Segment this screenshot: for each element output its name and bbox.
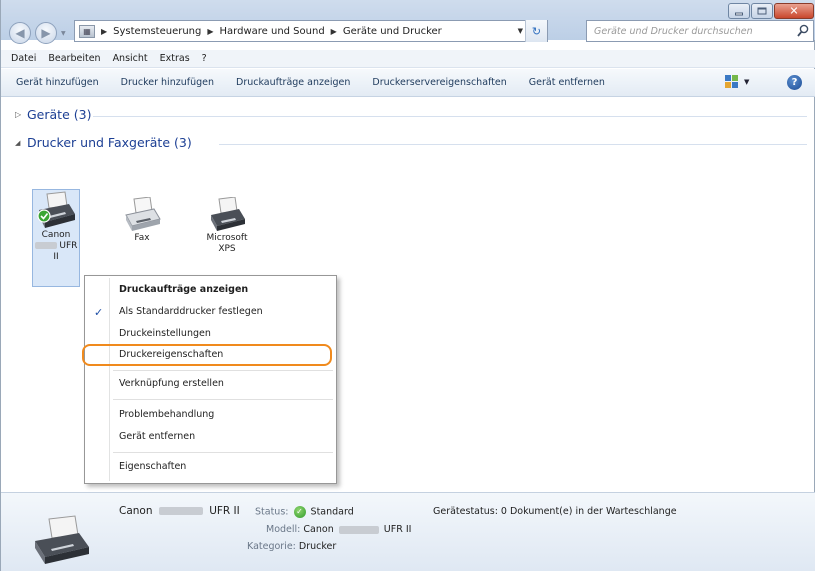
printer-canon[interactable]: Canon UFR II [32, 189, 80, 287]
menu-item-create-shortcut[interactable]: Verknüpfung erstellen [119, 378, 224, 389]
menu-view[interactable]: Ansicht [107, 53, 154, 64]
maximize-icon [757, 7, 767, 15]
model-row: Modell: Canon UFR II [266, 524, 411, 535]
printer-name-line3: II [53, 252, 59, 262]
forward-arrow-icon: ▶ [41, 26, 51, 40]
printer-large-icon [35, 515, 89, 564]
forward-button[interactable]: ▶ [35, 22, 57, 44]
menu-separator [113, 370, 333, 371]
chevron-down-icon: ▼ [744, 77, 750, 86]
fax-icon [125, 197, 161, 231]
device-status: Gerätestatus: 0 Dokument(e) in der Warte… [433, 506, 677, 517]
group-printers-header[interactable]: ◢ Drucker und Faxgeräte (3) [15, 135, 192, 150]
model-key: Modell: [266, 524, 301, 535]
breadcrumb-devices-and-printers[interactable]: Geräte und Drucker [343, 26, 442, 37]
device-name-prefix: Canon [119, 505, 153, 517]
menu-separator [113, 399, 333, 400]
printer-microsoft-xps[interactable]: Microsoft XPS [197, 197, 257, 255]
selected-device-name: Canon UFR II [119, 505, 240, 517]
remove-device-button[interactable]: Gerät entfernen [520, 77, 618, 88]
expand-arrow-icon: ▷ [15, 110, 22, 119]
printer-name: Fax [134, 233, 150, 243]
address-bar[interactable]: ▦ ▶ Systemsteuerung ▶ Hardware und Sound… [74, 20, 548, 42]
redacted-text [338, 525, 379, 534]
status-row: Status: ✓ Standard [255, 506, 354, 518]
category-value: Drucker [298, 541, 337, 552]
search-icon[interactable] [797, 24, 809, 38]
menu-file[interactable]: Datei [5, 53, 42, 64]
menu-tools[interactable]: Extras [154, 53, 196, 64]
category-key: Kategorie: [247, 541, 296, 552]
add-printer-button[interactable]: Drucker hinzufügen [112, 77, 227, 88]
refresh-button[interactable]: ↻ [525, 20, 547, 42]
menu-item-printer-properties[interactable]: Druckereigenschaften [119, 349, 223, 360]
menu-help[interactable]: ? [196, 53, 213, 64]
control-panel-icon: ▦ [79, 24, 95, 38]
menu-item-properties[interactable]: Eigenschaften [119, 461, 186, 472]
menu-edit[interactable]: Bearbeiten [42, 53, 106, 64]
help-icon: ? [791, 77, 798, 88]
back-arrow-icon: ◀ [15, 26, 25, 40]
redacted-text [158, 507, 203, 515]
redacted-text [34, 242, 57, 249]
refresh-icon: ↻ [531, 24, 542, 38]
close-button[interactable]: ✕ [774, 3, 814, 19]
status-ok-icon: ✓ [293, 506, 306, 518]
status-value: Standard [310, 506, 354, 518]
command-bar: Gerät hinzufügen Drucker hinzufügen Druc… [1, 69, 815, 97]
printer-name-line2: UFR [33, 241, 79, 252]
search-input[interactable] [594, 25, 784, 37]
status-key: Status: [255, 506, 289, 518]
printer-icon [211, 197, 245, 231]
back-button[interactable]: ◀ [9, 22, 31, 44]
add-device-button[interactable]: Gerät hinzufügen [7, 77, 112, 88]
devices-and-printers-window: ✕ ◀ ▶ ▼ ▦ ▶ Systemsteuerung ▶ Hardware u… [0, 0, 815, 571]
minimize-icon [735, 12, 743, 16]
maximize-button[interactable] [751, 3, 773, 19]
group-divider [93, 116, 807, 117]
printer-driver-label: UFR [59, 241, 78, 251]
group-printers-label: Drucker und Faxgeräte (3) [27, 135, 192, 150]
printer-name: Canon [41, 230, 71, 240]
details-pane: Canon UFR II Status: ✓ Standard Modell: … [1, 492, 815, 571]
collapse-arrow-icon: ◢ [15, 138, 21, 147]
context-menu: Druckaufträge anzeigen ✓ Als Standarddru… [82, 275, 337, 484]
recent-pages-dropdown-icon[interactable]: ▼ [61, 30, 66, 37]
menu-separator [113, 452, 333, 453]
search-box [586, 20, 814, 42]
printer-name: Microsoft [206, 233, 248, 243]
group-devices-label: Geräte (3) [27, 107, 92, 122]
window-controls: ✕ [728, 3, 814, 19]
close-icon: ✕ [789, 4, 799, 18]
breadcrumb-separator-icon[interactable]: ▶ [101, 27, 107, 36]
device-name-suffix: UFR II [209, 505, 240, 517]
minimize-button[interactable] [728, 3, 750, 19]
view-options-icon [725, 75, 738, 88]
breadcrumb-separator-icon[interactable]: ▶ [331, 27, 337, 36]
help-button[interactable]: ? [787, 75, 802, 90]
print-server-properties-button[interactable]: Druckerservereigenschaften [363, 77, 519, 88]
printer-name-line2: XPS [218, 244, 236, 254]
menu-gutter [109, 278, 110, 481]
breadcrumb-hardware-and-sound[interactable]: Hardware und Sound [220, 26, 325, 37]
model-prefix: Canon [303, 524, 334, 535]
breadcrumb-control-panel[interactable]: Systemsteuerung [113, 26, 201, 37]
menu-bar: Datei Bearbeiten Ansicht Extras ? [1, 50, 815, 68]
change-view-button[interactable]: ▼ [725, 75, 749, 88]
address-history-dropdown-icon[interactable]: ▼ [518, 27, 523, 35]
checkmark-icon: ✓ [94, 306, 104, 319]
printer-icon [37, 191, 75, 228]
printer-fax[interactable]: Fax [117, 197, 167, 244]
breadcrumb-separator-icon[interactable]: ▶ [207, 27, 213, 36]
group-devices-header[interactable]: ▷ Geräte (3) [15, 107, 91, 122]
menu-item-set-default[interactable]: Als Standarddrucker festlegen [119, 306, 263, 317]
menu-item-troubleshoot[interactable]: Problembehandlung [119, 409, 214, 420]
menu-item-printing-preferences[interactable]: Druckeinstellungen [119, 328, 211, 339]
menu-item-remove-device[interactable]: Gerät entfernen [119, 431, 195, 442]
see-print-jobs-button[interactable]: Druckaufträge anzeigen [227, 77, 363, 88]
group-divider [219, 144, 807, 145]
model-suffix: UFR II [383, 524, 412, 535]
category-row: Kategorie: Drucker [247, 541, 336, 552]
menu-item-see-print-jobs[interactable]: Druckaufträge anzeigen [119, 284, 248, 295]
